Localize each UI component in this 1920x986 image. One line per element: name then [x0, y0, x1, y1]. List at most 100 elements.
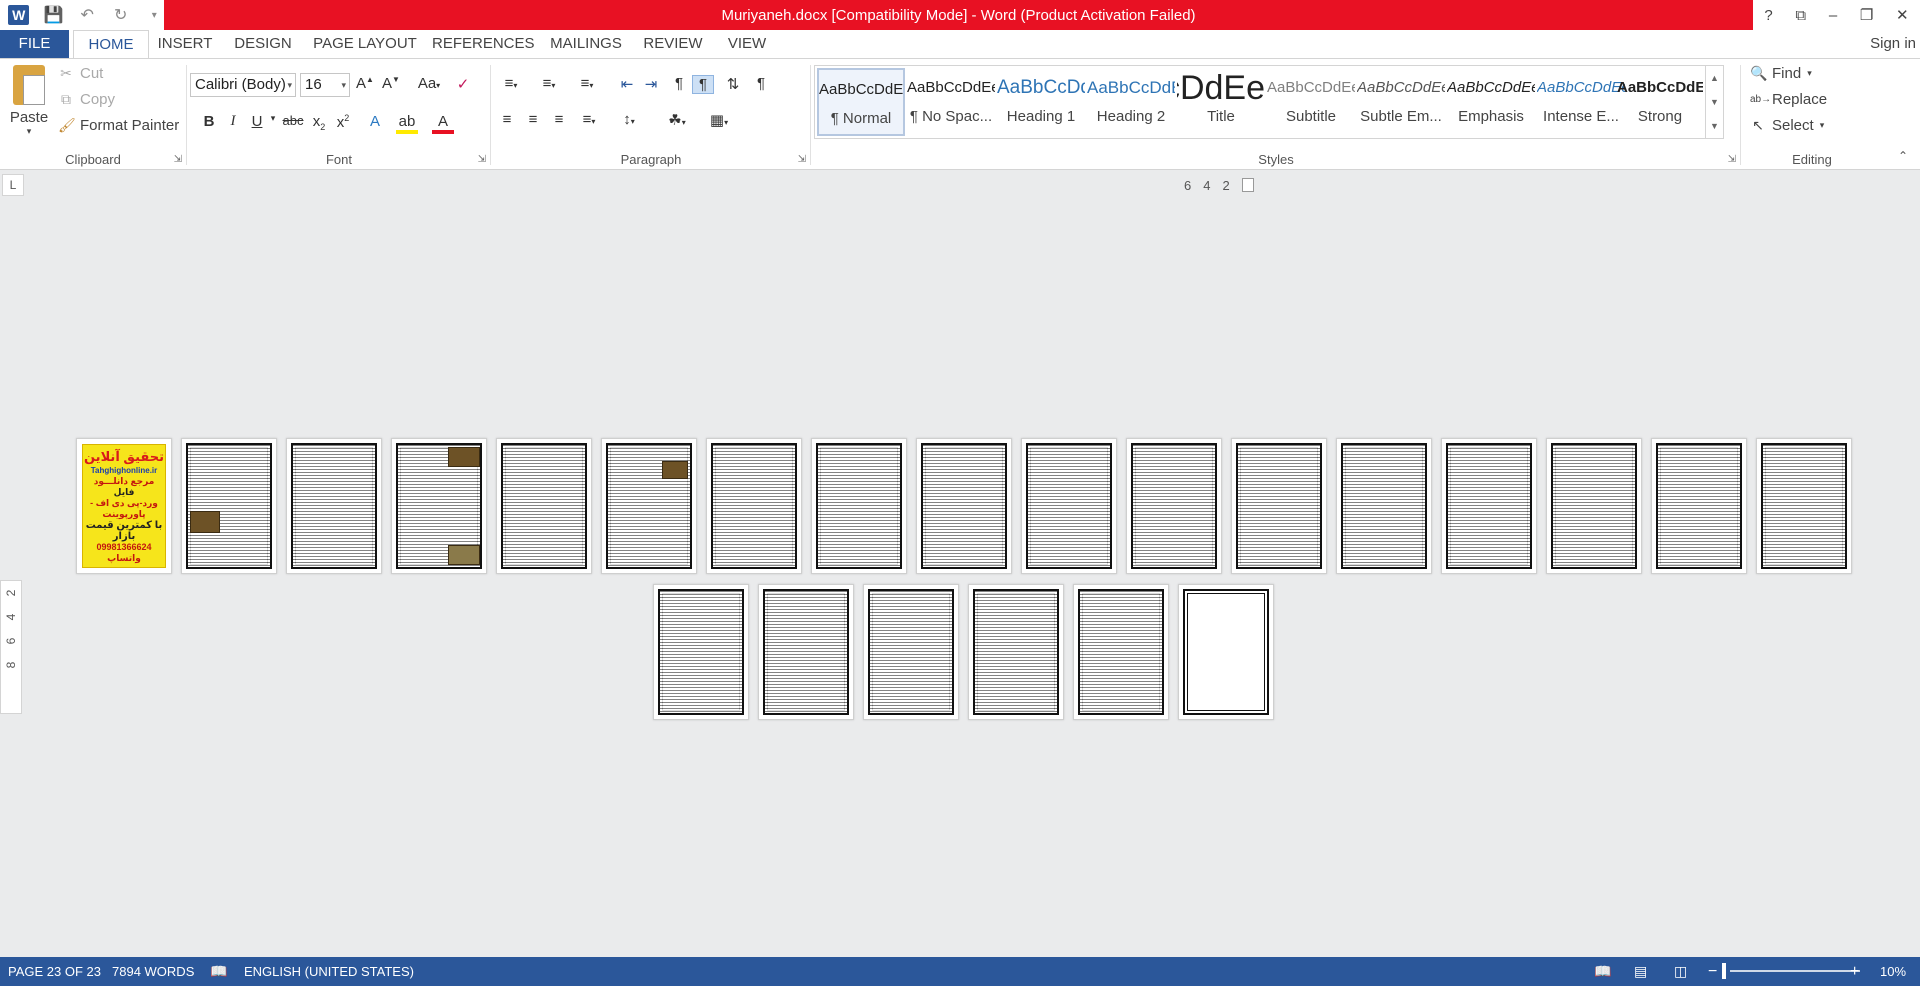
zoom-level[interactable]: 10% — [1880, 957, 1906, 986]
show-formatting-marks-icon[interactable]: ¶ — [750, 75, 772, 92]
page-thumbnail-1[interactable]: تحقیق آنلاین Tahghighonline.ir مرجع دانل… — [76, 438, 172, 574]
subscript-icon[interactable]: x2 — [308, 113, 330, 132]
horizontal-ruler[interactable]: 6 4 2 — [1176, 176, 1272, 194]
vertical-ruler[interactable]: 2 4 6 8 — [0, 580, 22, 714]
bullets-icon[interactable]: ≡▾ — [496, 75, 526, 92]
gallery-more-icon[interactable]: ▼ — [1706, 114, 1723, 138]
format-painter-button[interactable]: 🖌 Format Painter — [58, 117, 179, 134]
superscript-icon[interactable]: x2 — [332, 113, 354, 131]
style-no-spacing[interactable]: AaBbCcDdEe ¶ No Spac... — [907, 68, 995, 136]
read-mode-icon[interactable]: 📖 — [1594, 957, 1611, 986]
indent-marker-icon[interactable] — [1241, 178, 1254, 192]
minimize-icon[interactable]: – — [1829, 7, 1837, 24]
zoom-out-icon[interactable]: − — [1708, 957, 1717, 986]
page-thumbnail-5[interactable] — [496, 438, 592, 574]
style-normal[interactable]: AaBbCcDdEe ¶ Normal — [817, 68, 905, 136]
font-size-combo[interactable]: 16 ▾ — [300, 73, 350, 97]
page-thumbnail-21[interactable] — [968, 584, 1064, 720]
font-color-icon[interactable]: A — [432, 113, 454, 134]
page-thumbnail-19[interactable] — [758, 584, 854, 720]
page-thumbnail-7[interactable] — [706, 438, 802, 574]
page-thumbnail-4[interactable] — [391, 438, 487, 574]
gallery-down-icon[interactable]: ▼ — [1706, 90, 1723, 114]
page-thumbnail-15[interactable] — [1546, 438, 1642, 574]
page-thumbnail-22[interactable] — [1073, 584, 1169, 720]
help-icon[interactable]: ? — [1764, 7, 1772, 24]
undo-icon[interactable]: ↶ — [77, 5, 97, 25]
align-center-icon[interactable]: ≡ — [522, 111, 544, 128]
ribbon-display-options-icon[interactable]: ⧉ — [1795, 7, 1806, 24]
sign-in-link[interactable]: Sign in — [1870, 30, 1916, 58]
borders-icon[interactable]: ▦▾ — [704, 111, 734, 129]
zoom-slider[interactable] — [1730, 970, 1860, 972]
align-left-icon[interactable]: ≡ — [496, 111, 518, 128]
redo-icon[interactable]: ↻ — [111, 5, 131, 25]
proofing-icon[interactable]: 📖 — [210, 957, 227, 986]
page-thumbnail-11[interactable] — [1126, 438, 1222, 574]
page-thumbnail-6[interactable] — [601, 438, 697, 574]
shrink-font-icon[interactable]: A▼ — [380, 75, 402, 92]
tab-mailings[interactable]: MAILINGS — [546, 30, 626, 58]
find-button[interactable]: 🔍 Find ▾ — [1750, 65, 1812, 82]
page-thumbnail-23[interactable] — [1178, 584, 1274, 720]
left-to-right-icon[interactable]: ¶ — [668, 75, 690, 92]
tab-review[interactable]: REVIEW — [640, 30, 706, 58]
save-icon[interactable]: 💾 — [43, 5, 63, 25]
style-intense-emphasis[interactable]: AaBbCcDdEe Intense E... — [1537, 68, 1625, 136]
tab-selector[interactable]: L — [2, 174, 24, 196]
zoom-slider-thumb[interactable] — [1722, 963, 1726, 979]
style-emphasis[interactable]: AaBbCcDdEe Emphasis — [1447, 68, 1535, 136]
copy-button[interactable]: ⧉ Copy — [58, 91, 115, 108]
align-right-icon[interactable]: ≡ — [548, 111, 570, 128]
collapse-ribbon-icon[interactable]: ⌃ — [1898, 149, 1908, 163]
page-thumbnail-17[interactable] — [1756, 438, 1852, 574]
word-count[interactable]: 7894 WORDS — [112, 957, 194, 986]
numbering-icon[interactable]: ≡▾ — [534, 75, 564, 92]
customize-qat-icon[interactable]: ▾ — [144, 10, 164, 21]
page-thumbnail-9[interactable] — [916, 438, 1012, 574]
justify-icon[interactable]: ≡▾ — [574, 111, 604, 128]
print-layout-icon[interactable]: ▤ — [1634, 957, 1647, 986]
gallery-up-icon[interactable]: ▲ — [1706, 66, 1723, 90]
sort-icon[interactable]: ⇅ — [722, 75, 744, 93]
text-effects-icon[interactable]: A — [364, 113, 386, 130]
style-strong[interactable]: AaBbCcDdEe Strong — [1617, 68, 1703, 136]
language-indicator[interactable]: ENGLISH (UNITED STATES) — [244, 957, 414, 986]
page-thumbnail-18[interactable] — [653, 584, 749, 720]
restore-icon[interactable]: ❐ — [1860, 6, 1873, 24]
increase-indent-icon[interactable]: ⇥ — [640, 75, 662, 93]
bold-icon[interactable]: B — [198, 113, 220, 130]
grow-font-icon[interactable]: A▲ — [354, 75, 376, 92]
close-icon[interactable]: ✕ — [1896, 6, 1909, 24]
strikethrough-icon[interactable]: abc — [282, 113, 304, 128]
page-thumbnail-20[interactable] — [863, 584, 959, 720]
decrease-indent-icon[interactable]: ⇤ — [616, 75, 638, 93]
text-highlight-icon[interactable]: ab — [396, 113, 418, 134]
zoom-in-icon[interactable]: + — [1850, 957, 1859, 986]
change-case-icon[interactable]: Aa▾ — [412, 75, 446, 92]
tab-references[interactable]: REFERENCES — [432, 30, 535, 58]
clear-formatting-icon[interactable]: ✓ — [452, 75, 474, 93]
italic-icon[interactable]: I — [222, 113, 244, 130]
shading-icon[interactable]: ☘▾ — [662, 111, 692, 129]
page-thumbnail-2[interactable] — [181, 438, 277, 574]
multilevel-list-icon[interactable]: ≡▾ — [572, 75, 602, 92]
web-layout-icon[interactable]: ◫ — [1674, 957, 1687, 986]
page-thumbnail-3[interactable] — [286, 438, 382, 574]
word-logo-icon[interactable]: W — [8, 5, 30, 25]
page-thumbnail-16[interactable] — [1651, 438, 1747, 574]
tab-page-layout[interactable]: PAGE LAYOUT — [312, 30, 418, 58]
line-spacing-icon[interactable]: ↕▾ — [614, 111, 644, 128]
replace-button[interactable]: ab→ Replace — [1750, 91, 1827, 108]
right-to-left-icon[interactable]: ¶ — [692, 75, 714, 94]
page-thumbnail-14[interactable] — [1441, 438, 1537, 574]
clipboard-dialog-launcher-icon[interactable]: ⇲ — [174, 154, 182, 165]
document-area[interactable]: L 6 4 2 2 4 6 8 تحقیق آنلاین Tahghighonl… — [0, 170, 1920, 957]
page-thumbnail-10[interactable] — [1021, 438, 1117, 574]
styles-gallery-scroll[interactable]: ▲ ▼ ▼ — [1705, 66, 1723, 138]
select-button[interactable]: ↖ Select ▾ — [1750, 117, 1824, 134]
style-title[interactable]: AaBbCcDdEe Title — [1177, 68, 1265, 136]
paragraph-dialog-launcher-icon[interactable]: ⇲ — [798, 154, 806, 165]
page-thumbnail-13[interactable] — [1336, 438, 1432, 574]
styles-dialog-launcher-icon[interactable]: ⇲ — [1728, 154, 1736, 165]
